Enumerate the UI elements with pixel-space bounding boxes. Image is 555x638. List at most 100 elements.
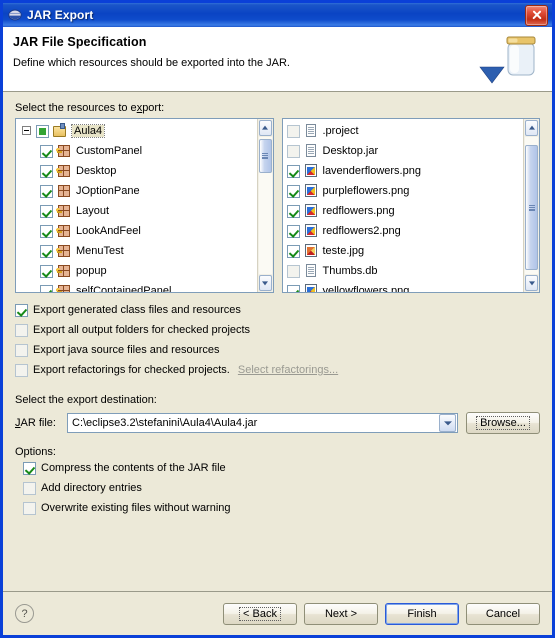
list-item-label: Desktop.jar [322, 145, 379, 157]
tree-scrollbar[interactable] [256, 119, 273, 292]
checkbox-checked[interactable] [286, 244, 300, 258]
checkbox-partial[interactable] [36, 124, 49, 138]
tree-row[interactable]: MenuTest [16, 241, 257, 261]
tree-row-root[interactable]: Aula4 [16, 121, 257, 141]
collapse-icon[interactable] [22, 126, 31, 135]
image-icon [303, 183, 319, 199]
checkbox-checked[interactable] [15, 303, 28, 317]
list-item[interactable]: teste.jpg [283, 241, 524, 261]
select-refactorings-link[interactable]: Select refactorings... [238, 364, 338, 376]
option-export-java-sources[interactable]: Export java source files and resources [15, 340, 540, 360]
tree-row-label: popup [76, 265, 107, 277]
scroll-up-icon[interactable] [258, 120, 272, 136]
checkbox-unchecked[interactable] [15, 363, 28, 377]
checkbox-unchecked[interactable] [23, 501, 36, 515]
option-label: Add directory entries [41, 482, 142, 494]
cancel-button[interactable]: Cancel [466, 602, 540, 625]
image-icon [303, 163, 319, 179]
list-item-label: Thumbs.db [322, 265, 378, 277]
option-label: Compress the contents of the JAR file [41, 462, 226, 474]
checkbox-checked[interactable] [286, 284, 300, 292]
option-export-class-files[interactable]: Export generated class files and resourc… [15, 300, 540, 320]
finish-button-label: Finish [407, 607, 437, 620]
checkbox-checked[interactable] [40, 264, 53, 278]
checkbox-checked[interactable] [286, 204, 300, 218]
tree-row[interactable]: JOptionPane [16, 181, 257, 201]
tree-row[interactable]: Layout [16, 201, 257, 221]
checkbox-checked[interactable] [23, 461, 36, 475]
document-icon [303, 123, 319, 139]
checkbox-unchecked[interactable] [286, 124, 300, 138]
option-label: Export all output folders for checked pr… [33, 324, 251, 336]
checkbox-checked[interactable] [40, 204, 53, 218]
option-export-refactorings[interactable]: Export refactorings for checked projects… [15, 360, 540, 380]
eclipse-globe-icon [8, 8, 22, 22]
checkbox-checked[interactable] [286, 164, 300, 178]
tree-row-label: JOptionPane [76, 185, 140, 197]
resource-files-pane: .project Desktop.jar lavenderflowers.png [281, 118, 540, 293]
next-button-label: Next > [324, 607, 358, 620]
checkbox-checked[interactable] [40, 224, 53, 238]
close-icon[interactable] [525, 4, 548, 26]
jar-file-combo[interactable]: C:\eclipse3.2\stefanini\Aula4\Aula4.jar [67, 413, 458, 433]
package-icon [56, 163, 72, 179]
checkbox-checked[interactable] [40, 144, 53, 158]
checkbox-checked[interactable] [40, 284, 53, 292]
list-item[interactable]: purpleflowers.png [283, 181, 524, 201]
scroll-down-icon[interactable] [258, 275, 272, 291]
scroll-track[interactable] [525, 137, 538, 274]
tree-row[interactable]: popup [16, 261, 257, 281]
tree-row-label: Layout [76, 205, 110, 217]
option-export-output-folders[interactable]: Export all output folders for checked pr… [15, 320, 540, 340]
scroll-down-icon[interactable] [525, 275, 538, 291]
resource-tree[interactable]: Aula4 CustomPanel Desktop JOptionPane La… [16, 119, 257, 292]
image-icon [303, 283, 319, 292]
list-item[interactable]: yellowflowers.png [283, 281, 524, 292]
file-list-scrollbar[interactable] [523, 119, 539, 292]
scroll-up-icon[interactable] [525, 120, 538, 136]
tree-row-label: selfContainedPanel [76, 285, 172, 292]
checkbox-checked[interactable] [40, 244, 53, 258]
checkbox-unchecked[interactable] [286, 264, 300, 278]
list-item[interactable]: .project [283, 121, 524, 141]
checkbox-unchecked[interactable] [23, 481, 36, 495]
checkbox-checked[interactable] [40, 164, 53, 178]
finish-button[interactable]: Finish [385, 602, 459, 625]
checkbox-checked[interactable] [286, 184, 300, 198]
list-item[interactable]: Desktop.jar [283, 141, 524, 161]
back-button[interactable]: < Back [223, 602, 297, 625]
browse-button[interactable]: Browse... [466, 412, 540, 434]
package-icon [56, 143, 72, 159]
jar-export-dialog: JAR Export JAR File Specification Define… [0, 0, 555, 638]
checkbox-checked[interactable] [286, 224, 300, 238]
scroll-thumb[interactable] [258, 139, 272, 173]
tree-row[interactable]: selfContainedPanel [16, 281, 257, 292]
scroll-track[interactable] [258, 137, 272, 274]
image-icon [303, 223, 319, 239]
list-item[interactable]: lavenderflowers.png [283, 161, 524, 181]
tree-row[interactable]: CustomPanel [16, 141, 257, 161]
list-item[interactable]: redflowers2.png [283, 221, 524, 241]
image-icon [303, 203, 319, 219]
checkbox-unchecked[interactable] [15, 323, 28, 337]
next-button[interactable]: Next > [304, 602, 378, 625]
chevron-down-icon[interactable] [439, 414, 456, 432]
list-item[interactable]: Thumbs.db [283, 261, 524, 281]
option-overwrite-existing[interactable]: Overwrite existing files without warning [23, 498, 540, 518]
tree-row[interactable]: Desktop [16, 161, 257, 181]
jar-file-value[interactable]: C:\eclipse3.2\stefanini\Aula4\Aula4.jar [68, 417, 439, 429]
dialog-banner: JAR File Specification Define which reso… [3, 27, 552, 92]
resource-file-list[interactable]: .project Desktop.jar lavenderflowers.png [283, 119, 524, 292]
option-compress-contents[interactable]: Compress the contents of the JAR file [23, 458, 540, 478]
option-add-directory-entries[interactable]: Add directory entries [23, 478, 540, 498]
list-item[interactable]: redflowers.png [283, 201, 524, 221]
checkbox-unchecked[interactable] [15, 343, 28, 357]
jar-file-label: JAR file: [15, 417, 56, 429]
checkbox-checked[interactable] [40, 184, 53, 198]
option-label: Export generated class files and resourc… [33, 304, 241, 316]
package-icon [56, 223, 72, 239]
tree-row[interactable]: LookAndFeel [16, 221, 257, 241]
checkbox-unchecked[interactable] [286, 144, 300, 158]
help-icon[interactable]: ? [15, 604, 34, 623]
scroll-thumb[interactable] [525, 145, 538, 270]
